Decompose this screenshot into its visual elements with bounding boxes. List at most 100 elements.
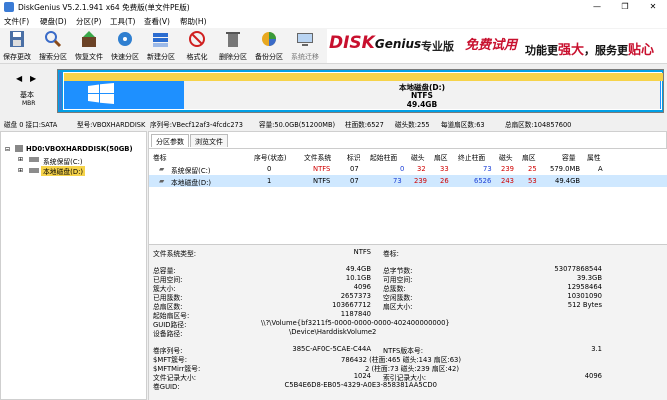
format-icon xyxy=(189,31,205,47)
search-partition-button[interactable]: 搜索分区 xyxy=(36,30,70,62)
col-fs: 文件系统 xyxy=(304,154,332,162)
next-disk-button[interactable]: ▶ xyxy=(30,74,36,83)
search-partition-icon xyxy=(45,31,62,48)
col-start-head: 磁头 xyxy=(411,154,425,162)
file-record-size-value: 1024 xyxy=(353,372,371,380)
system-migrate-icon xyxy=(297,33,313,46)
col-seq: 序号(状态) xyxy=(254,154,287,162)
save-button[interactable]: 保存更改 xyxy=(0,30,34,62)
cluster-size-value: 4096 xyxy=(353,283,371,291)
row-c-attr: A xyxy=(598,165,603,173)
start-sector-value: 1187840 xyxy=(340,310,371,318)
disk-info-line: 磁盘 0 接口:SATA 型号:VBOXHARDDISK 序列号:VBecf12… xyxy=(0,116,667,130)
row-d-end-head: 243 xyxy=(501,177,514,185)
used-space-value: 10.1GB xyxy=(345,274,371,282)
close-button[interactable]: ✕ xyxy=(639,0,667,14)
system-reserved-segment[interactable] xyxy=(59,72,62,110)
row-c-end-sec: 25 xyxy=(528,165,537,173)
diskgenius-window: DiskGenius V5.2.1.941 x64 免费版(单文件PE版) — … xyxy=(0,0,667,400)
format-label: 格式化 xyxy=(186,53,208,61)
row-d-end-sec: 53 xyxy=(528,177,537,185)
total-bytes-value: 53077868544 xyxy=(554,265,602,273)
row-d-name: 本地磁盘(D:) xyxy=(171,179,212,187)
row-c-seq: 0 xyxy=(267,165,272,173)
row-c-end-head: 239 xyxy=(501,165,514,173)
minimize-button[interactable]: — xyxy=(583,0,611,14)
banner-logo: DISKGenius xyxy=(329,33,422,53)
disk-bar[interactable]: 本地磁盘(D:) NTFS 49.4GB xyxy=(57,69,664,113)
disk-cylinders: 柱面数:6527 xyxy=(345,121,384,129)
delete-partition-button[interactable]: 删除分区 xyxy=(216,30,250,62)
system-migrate-button[interactable]: 系统迁移 xyxy=(288,30,322,62)
menu-file[interactable]: 文件(F) xyxy=(4,16,29,27)
menu-partition[interactable]: 分区(P) xyxy=(76,16,101,27)
col-attr: 属性 xyxy=(587,154,601,162)
device-path-value: \Device\HarddiskVolume2 xyxy=(289,328,377,336)
menu-help[interactable]: 帮助(H) xyxy=(180,16,207,27)
app-icon xyxy=(4,2,14,12)
windows-logo-icon xyxy=(88,83,114,104)
fs-type-value: NTFS xyxy=(353,248,371,256)
volume-serial-value: 385C-AF0C-5CAE-C44A xyxy=(292,345,371,353)
row-d-start-head: 239 xyxy=(414,177,427,185)
col-end-sec: 扇区 xyxy=(522,154,536,162)
tree-disk-hd0[interactable]: HD0:VBOXHARDDISK(50GB) xyxy=(26,145,133,153)
backup-partition-button[interactable]: 备份分区 xyxy=(252,30,286,62)
delete-partition-icon xyxy=(226,32,240,47)
tree-partition-d[interactable]: 本地磁盘(D:) xyxy=(41,166,86,176)
maximize-button[interactable]: ❐ xyxy=(611,0,639,14)
disk-heads: 磁头数:255 xyxy=(395,121,430,129)
col-end-head: 磁头 xyxy=(499,154,513,162)
quick-partition-button[interactable]: 快速分区 xyxy=(108,30,142,62)
guid-path-value: \\?\Volume{bf3211f5-0000-0000-0000-40240… xyxy=(261,319,450,327)
menu-disk[interactable]: 硬盘(D) xyxy=(40,16,67,27)
tab-partition-params[interactable]: 分区参数 xyxy=(151,134,189,147)
save-icon xyxy=(10,31,24,47)
disk-sectors-per-track: 每道扇区数:63 xyxy=(441,121,485,129)
restore-file-button[interactable]: 恢复文件 xyxy=(72,30,106,62)
promo-banner[interactable]: DISKGenius 专业版 免费试用 功能更强大，服务更贴心 xyxy=(327,29,667,63)
partition-label-box: 本地磁盘(D:) NTFS 49.4GB xyxy=(184,81,660,109)
disk-map-panel: ◀ ▶ 基本 MBR 本地磁盘(D:) NTFS 49.4GB xyxy=(0,64,667,116)
disk-serial: 序列号:VBecf12af3-4fcdc273 xyxy=(150,121,243,129)
partition-style-label: MBR xyxy=(22,100,36,107)
local-disk-d-segment[interactable]: 本地磁盘(D:) NTFS 49.4GB xyxy=(63,72,663,110)
fs-type-label: 文件系统类型: xyxy=(153,250,197,258)
disk-tree: ⊟ HD0:VBOXHARDDISK(50GB) ⊞ 系统保留(C:) ⊞ 本地… xyxy=(0,131,147,400)
backup-partition-icon xyxy=(262,32,276,46)
new-partition-button[interactable]: 新建分区 xyxy=(144,30,178,62)
table-row-d[interactable]: ▰ 本地磁盘(D:) 1 NTFS 07 73 239 26 6526 243 … xyxy=(149,175,667,187)
menu-tools[interactable]: 工具(T) xyxy=(110,16,135,27)
col-volume-label: 卷标 xyxy=(153,154,167,162)
banner-tagline: 功能更强大，服务更贴心 xyxy=(525,43,655,58)
prev-disk-button[interactable]: ◀ xyxy=(16,74,22,83)
tree-partition-c[interactable]: 系统保留(C:) xyxy=(43,156,83,166)
collapse-disk-icon[interactable]: ⊟ xyxy=(5,146,10,153)
total-sectors-value: 103667712 xyxy=(332,301,371,309)
table-row-c[interactable]: ▰ 系统保留(C:) 0 NTFS 07 0 32 33 73 239 25 5… xyxy=(149,163,667,175)
disk-icon xyxy=(15,145,23,152)
menu-view[interactable]: 查看(V) xyxy=(144,16,170,27)
expand-partition-c-icon[interactable]: ⊞ xyxy=(18,156,23,163)
expand-partition-d-icon[interactable]: ⊞ xyxy=(18,167,23,174)
partition-c-icon xyxy=(29,157,39,162)
disk-interface: 磁盘 0 接口:SATA xyxy=(4,121,58,129)
title-bar: DiskGenius V5.2.1.941 x64 免费版(单文件PE版) — … xyxy=(0,0,667,14)
row-d-size: 49.4GB xyxy=(555,177,581,185)
partition-fs: NTFS xyxy=(411,91,433,100)
menu-bar: 文件(F) 硬盘(D) 分区(P) 工具(T) 查看(V) 帮助(H) xyxy=(0,14,667,28)
disk-total-sectors: 总扇区数:104857600 xyxy=(505,121,572,129)
format-button[interactable]: 格式化 xyxy=(180,30,214,62)
window-title: DiskGenius V5.2.1.941 x64 免费版(单文件PE版) xyxy=(18,3,190,12)
free-space-value: 39.3GB xyxy=(576,274,602,282)
row-c-start-cyl: 0 xyxy=(400,165,405,173)
tab-browse-files[interactable]: 浏览文件 xyxy=(190,134,228,147)
row-c-size: 579.0MB xyxy=(550,165,580,173)
row-c-fs: NTFS xyxy=(313,165,331,173)
system-migrate-label: 系统迁移 xyxy=(291,53,319,61)
row-c-start-head: 32 xyxy=(417,165,426,173)
disk-type-label: 基本 xyxy=(20,91,34,99)
partition-size: 49.4GB xyxy=(406,100,438,109)
row-d-start-cyl: 73 xyxy=(393,177,402,185)
row-c-drive-icon: ▰ xyxy=(159,165,165,173)
